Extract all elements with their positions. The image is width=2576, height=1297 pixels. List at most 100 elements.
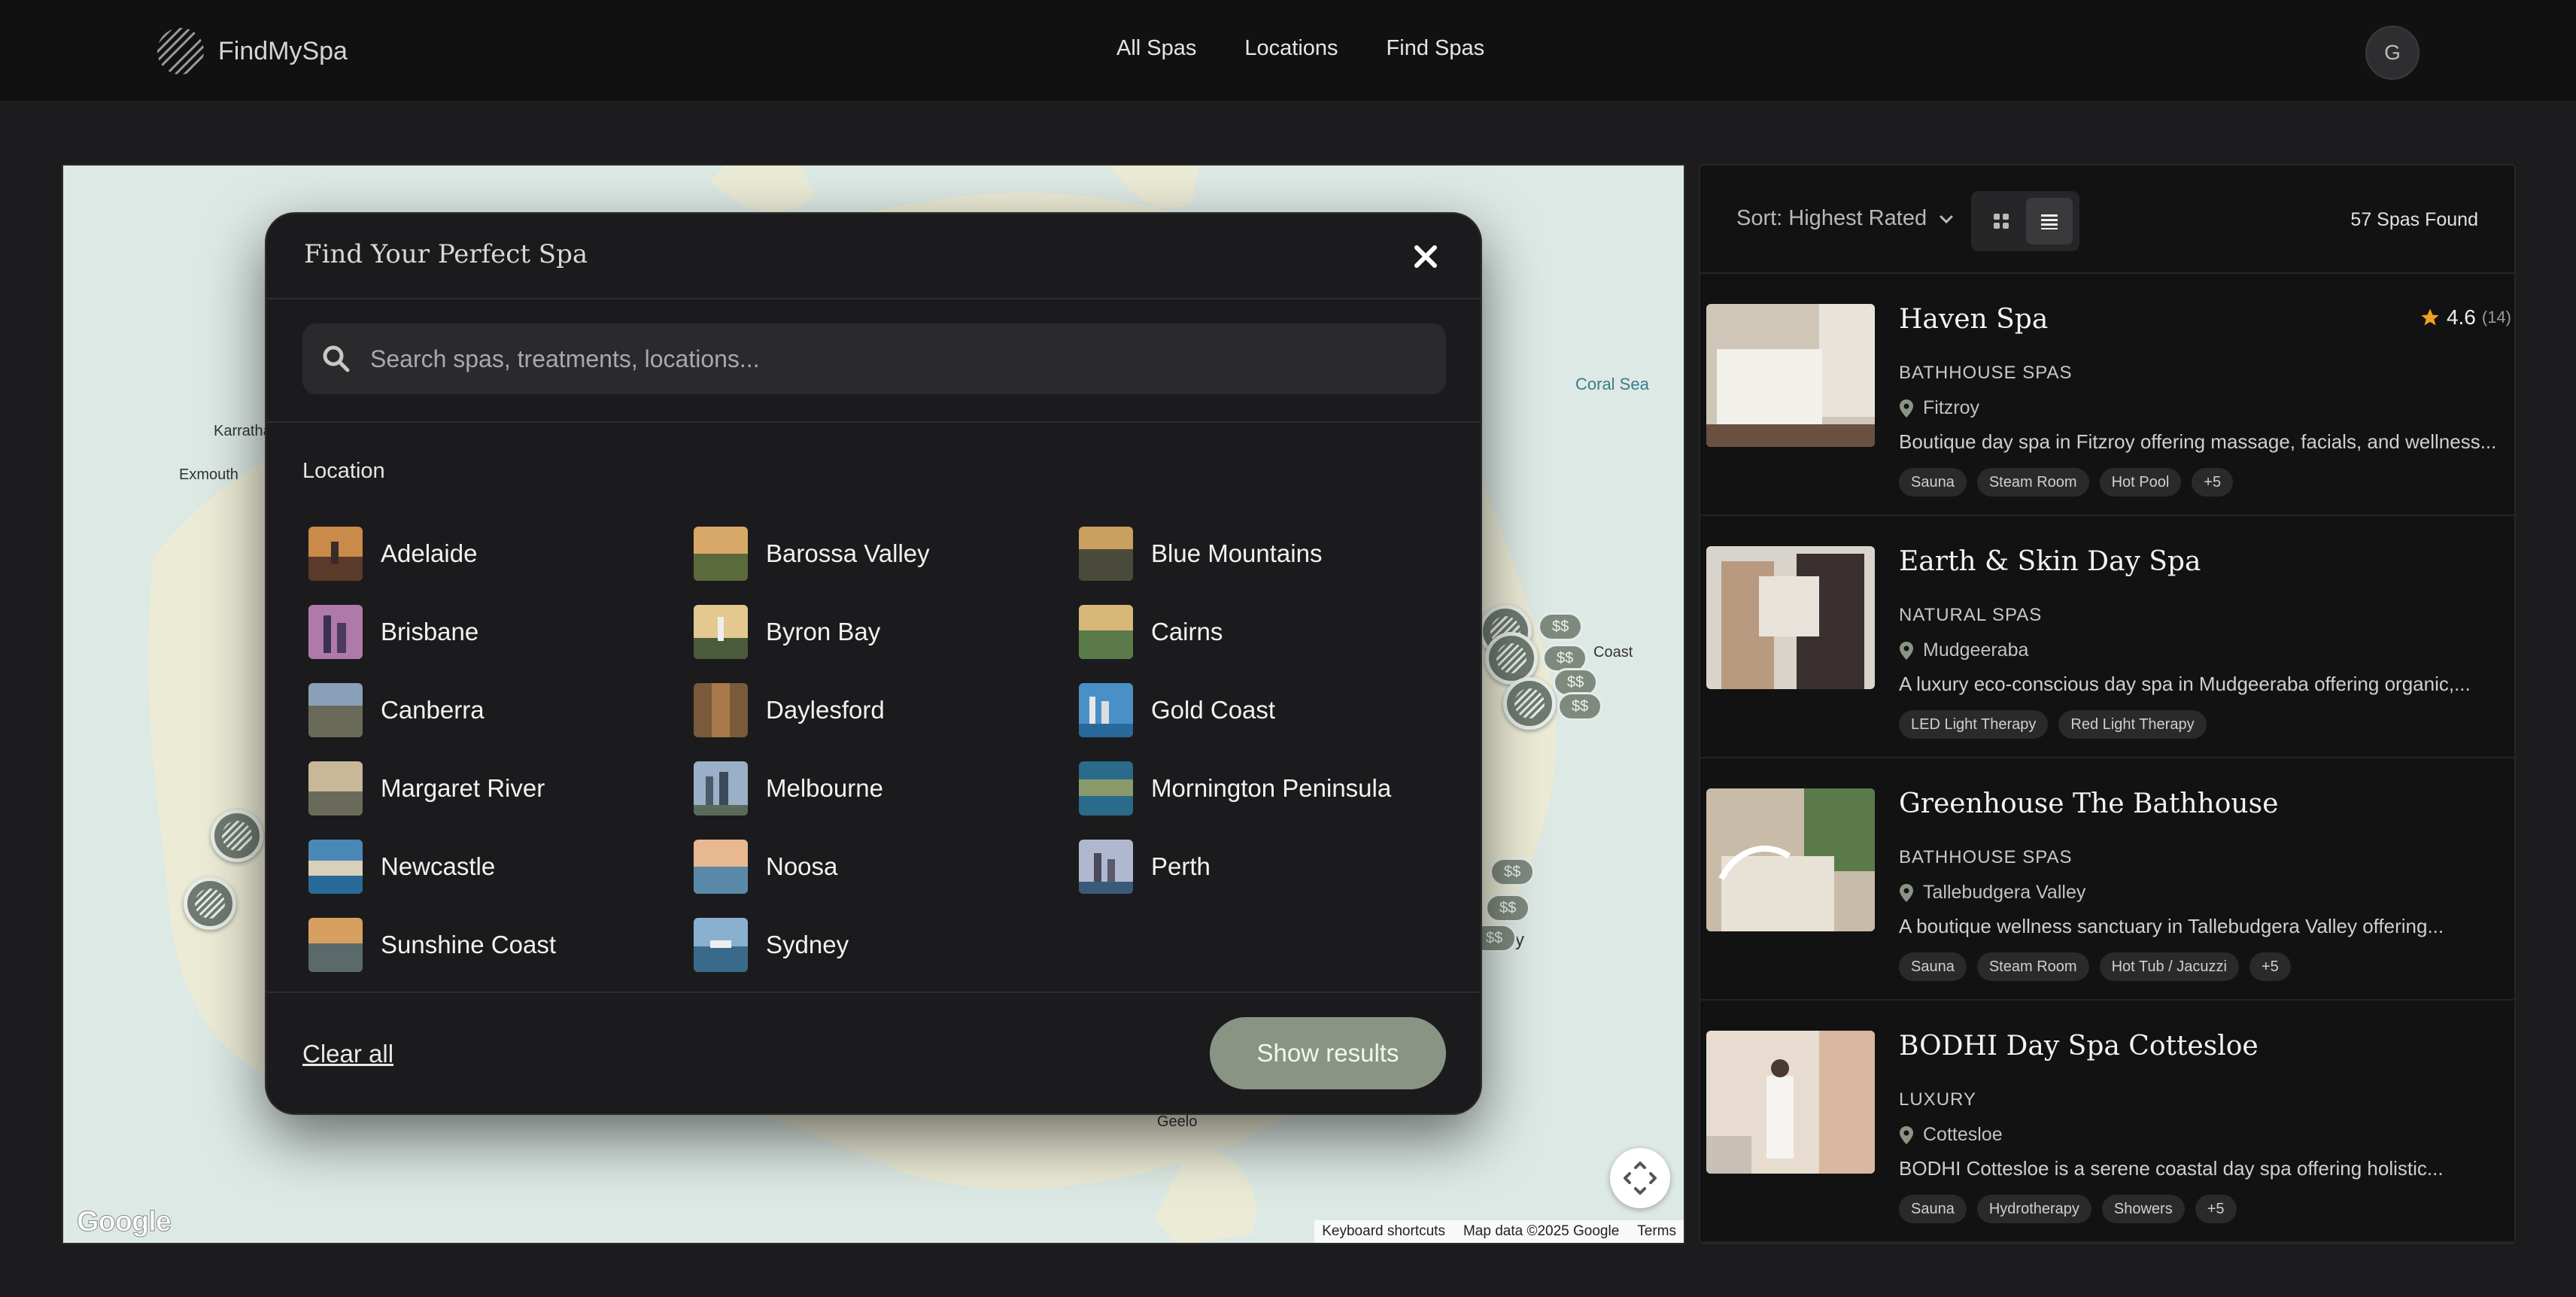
nav-locations[interactable]: Locations bbox=[1244, 36, 1338, 61]
search-input[interactable] bbox=[370, 345, 1446, 373]
location-pin-icon bbox=[1900, 883, 1913, 902]
location-pin-icon bbox=[1900, 1125, 1913, 1144]
list-view-button[interactable] bbox=[2026, 198, 2073, 245]
amenity-tag: Steam Room bbox=[1976, 468, 2089, 497]
location-name: Sunshine Coast bbox=[381, 931, 556, 958]
amenity-tag: Sauna bbox=[1899, 1195, 1967, 1223]
map-footer: Keyboard shortcuts Map data ©2025 Google… bbox=[1314, 1220, 1684, 1243]
spa-category: LUXURY bbox=[1899, 1089, 1976, 1110]
map-price-pill[interactable]: $$ bbox=[1557, 692, 1603, 721]
spa-name[interactable]: BODHI Day Spa Cottesloe bbox=[1899, 1031, 2259, 1062]
show-results-button[interactable]: Show results bbox=[1210, 1017, 1446, 1089]
results-toolbar: Sort: Highest Rated 57 Spas Found bbox=[1700, 166, 2514, 274]
clear-all-link[interactable]: Clear all bbox=[302, 1040, 393, 1068]
location-name: Perth bbox=[1151, 852, 1211, 880]
map-price-pill[interactable]: $$ bbox=[1538, 612, 1584, 641]
close-icon bbox=[1414, 245, 1437, 268]
location-option-canberra[interactable]: Canberra bbox=[308, 671, 694, 749]
more-tags-badge: +5 bbox=[2249, 952, 2291, 981]
location-option-byron-bay[interactable]: Byron Bay bbox=[694, 593, 1079, 671]
review-count: (14) bbox=[2481, 308, 2511, 327]
location-name: Gold Coast bbox=[1151, 696, 1276, 724]
spa-name[interactable]: Haven Spa bbox=[1899, 304, 2048, 335]
location-pin-icon bbox=[1900, 641, 1913, 660]
map-recenter-button[interactable] bbox=[1610, 1148, 1670, 1208]
spa-card[interactable]: Earth & Skin Day Spa NATURAL SPAS Mudgee… bbox=[1700, 516, 2514, 758]
map-marker[interactable] bbox=[184, 877, 236, 930]
location-name: Canberra bbox=[381, 696, 485, 724]
logo-text: FindMySpa bbox=[218, 36, 348, 65]
location-option-adelaide[interactable]: Adelaide bbox=[308, 515, 694, 593]
terms-link[interactable]: Terms bbox=[1637, 1223, 1676, 1240]
location-option-sydney[interactable]: Sydney bbox=[694, 906, 1079, 984]
location-option-gold-coast[interactable]: Gold Coast bbox=[1079, 671, 1452, 749]
move-icon bbox=[1624, 1162, 1657, 1195]
location-option-blue-mountains[interactable]: Blue Mountains bbox=[1079, 515, 1452, 593]
location-option-daylesford[interactable]: Daylesford bbox=[694, 671, 1079, 749]
location-option-melbourne[interactable]: Melbourne bbox=[694, 749, 1079, 828]
location-name: Noosa bbox=[766, 852, 838, 880]
more-tags-badge: +5 bbox=[2192, 468, 2234, 497]
map-marker[interactable] bbox=[1503, 677, 1556, 730]
user-avatar[interactable]: G bbox=[2365, 26, 2420, 80]
close-button[interactable] bbox=[1405, 236, 1446, 277]
logo[interactable]: FindMySpa bbox=[156, 27, 348, 75]
map-price-pill[interactable]: $$ bbox=[1490, 858, 1536, 886]
modal-header: Find Your Perfect Spa bbox=[266, 214, 1481, 299]
amenity-tag: LED Light Therapy bbox=[1899, 710, 2049, 739]
spa-card[interactable]: Haven Spa 4.6 (14) BATHHOUSE SPAS Fitzro… bbox=[1700, 274, 2514, 516]
nav-all-spas[interactable]: All Spas bbox=[1116, 36, 1196, 61]
amenity-tag: Showers bbox=[2101, 1195, 2185, 1223]
map-marker[interactable] bbox=[211, 809, 263, 862]
location-name: Melbourne bbox=[766, 774, 883, 802]
spa-name[interactable]: Greenhouse The Bathhouse bbox=[1899, 788, 2278, 819]
location-option-brisbane[interactable]: Brisbane bbox=[308, 593, 694, 671]
location-option-mornington-peninsula[interactable]: Mornington Peninsula bbox=[1079, 749, 1452, 828]
grid-view-button[interactable] bbox=[1978, 198, 2025, 245]
sort-dropdown[interactable]: Sort: Highest Rated bbox=[1736, 206, 1955, 231]
nav-find-spas[interactable]: Find Spas bbox=[1387, 36, 1485, 61]
spa-location: Fitzroy bbox=[1899, 397, 1979, 419]
spa-image bbox=[1706, 546, 1875, 689]
spa-name[interactable]: Earth & Skin Day Spa bbox=[1899, 546, 2201, 577]
location-name: Barossa Valley bbox=[766, 539, 930, 567]
keyboard-shortcuts-link[interactable]: Keyboard shortcuts bbox=[1322, 1223, 1445, 1240]
location-name: Margaret River bbox=[381, 774, 545, 802]
view-toggle bbox=[1971, 191, 2079, 251]
spa-category: BATHHOUSE SPAS bbox=[1899, 847, 2073, 867]
location-name: Byron Bay bbox=[766, 618, 881, 645]
amenity-tag: Hydrotherapy bbox=[1976, 1195, 2091, 1223]
location-option-barossa-valley[interactable]: Barossa Valley bbox=[694, 515, 1079, 593]
spa-location-text: Mudgeeraba bbox=[1923, 639, 2029, 661]
search-box[interactable] bbox=[302, 323, 1446, 394]
location-thumbnail bbox=[308, 527, 363, 581]
location-thumbnail bbox=[694, 605, 748, 659]
location-option-perth[interactable]: Perth bbox=[1079, 828, 1452, 906]
location-option-newcastle[interactable]: Newcastle bbox=[308, 828, 694, 906]
spa-location-text: Tallebudgera Valley bbox=[1923, 882, 2086, 903]
spa-category: NATURAL SPAS bbox=[1899, 605, 2043, 625]
map-label-sydney-partial: y bbox=[1515, 930, 1524, 950]
location-thumbnail bbox=[694, 761, 748, 816]
spa-location-text: Fitzroy bbox=[1923, 397, 1979, 418]
location-option-sunshine-coast[interactable]: Sunshine Coast bbox=[308, 906, 694, 984]
map-price-pill[interactable]: $$ bbox=[1485, 894, 1531, 922]
location-option-noosa[interactable]: Noosa bbox=[694, 828, 1079, 906]
chevron-down-icon bbox=[1940, 215, 1953, 223]
star-icon bbox=[2421, 308, 2439, 326]
rating-value: 4.6 bbox=[2446, 305, 2476, 329]
spa-location: Tallebudgera Valley bbox=[1899, 882, 2085, 904]
location-option-margaret-river[interactable]: Margaret River bbox=[308, 749, 694, 828]
spa-location: Mudgeeraba bbox=[1899, 639, 2028, 661]
location-name: Cairns bbox=[1151, 618, 1223, 645]
spa-card[interactable]: Greenhouse The Bathhouse BATHHOUSE SPAS … bbox=[1700, 758, 2514, 1001]
spa-description: A boutique wellness sanctuary in Tallebu… bbox=[1899, 915, 2444, 937]
location-option-cairns[interactable]: Cairns bbox=[1079, 593, 1452, 671]
amenity-tag: Hot Tub / Jacuzzi bbox=[2099, 952, 2239, 981]
spa-description: Boutique day spa in Fitzroy offering mas… bbox=[1899, 430, 2497, 453]
logo-icon bbox=[157, 28, 204, 74]
amenity-tag: Hot Pool bbox=[2099, 468, 2182, 497]
location-name: Mornington Peninsula bbox=[1151, 774, 1392, 802]
spa-card[interactable]: BODHI Day Spa Cottesloe LUXURY Cottesloe… bbox=[1700, 1001, 2514, 1243]
spa-description: BODHI Cottesloe is a serene coastal day … bbox=[1899, 1157, 2444, 1180]
